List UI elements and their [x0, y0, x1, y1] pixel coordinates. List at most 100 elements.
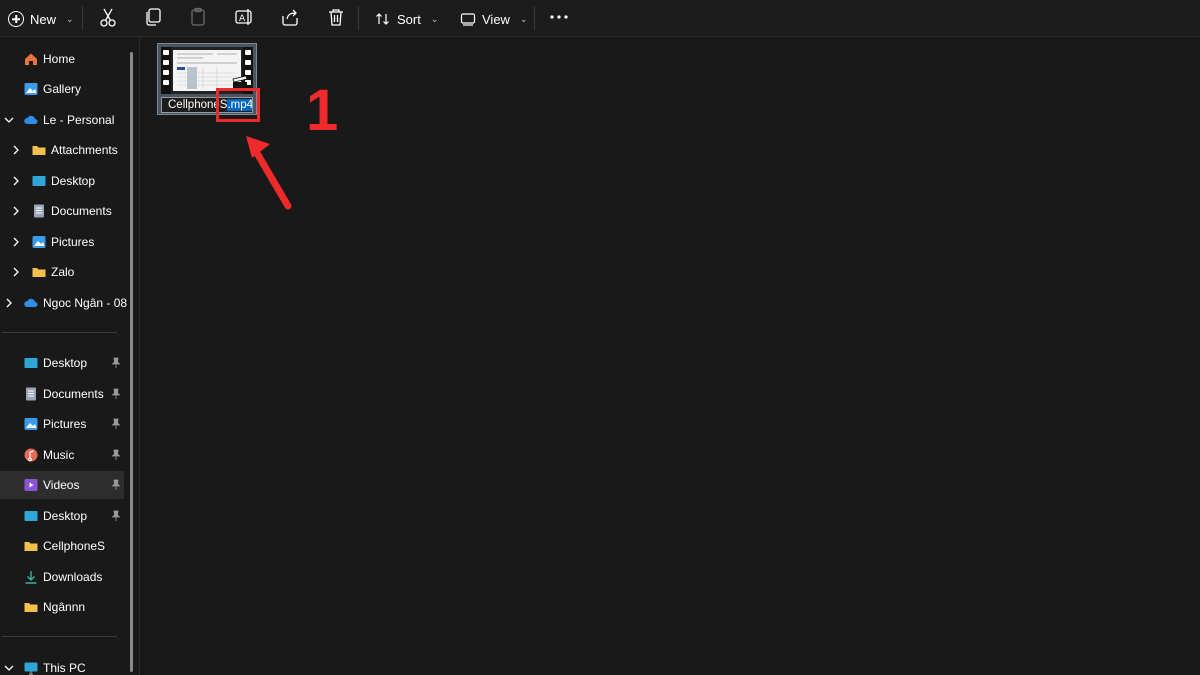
chevron-right-icon[interactable]	[11, 237, 21, 247]
nav-item-pinned-documents[interactable]: Documents	[0, 380, 124, 408]
desktop-icon	[24, 511, 38, 521]
more-icon[interactable]	[548, 6, 570, 28]
documents-icon	[26, 387, 36, 401]
navigation-pane: Home Gallery Le - Personal Attachments D…	[0, 38, 140, 675]
downloads-icon	[25, 571, 37, 584]
nav-item-pinned-pictures[interactable]: Pictures	[0, 410, 124, 438]
desktop-icon	[24, 358, 38, 368]
nav-item-zalo[interactable]: Zalo	[0, 258, 124, 286]
nav-item-attachments[interactable]: Attachments	[0, 136, 124, 164]
nav-item-pinned-music[interactable]: Music	[0, 441, 124, 469]
nav-label: Desktop	[43, 356, 88, 370]
nav-label: Documents	[51, 204, 112, 218]
nav-item-pinned-desktop-2[interactable]: Desktop	[0, 502, 124, 530]
new-button[interactable]: New ⌄	[8, 4, 74, 34]
nav-item-gallery[interactable]: Gallery	[0, 75, 124, 103]
sidebar-divider	[2, 636, 117, 637]
sort-label: Sort	[397, 11, 421, 27]
desktop-icon	[32, 176, 46, 186]
video-thumbnail	[161, 47, 253, 94]
folder-icon	[32, 268, 46, 277]
toolbar-divider	[358, 6, 359, 30]
chevron-down-icon: ⌄	[430, 13, 439, 24]
onedrive-icon	[24, 115, 38, 124]
pictures-icon	[32, 236, 46, 248]
sidebar-divider	[2, 332, 117, 333]
nav-item-this-pc[interactable]: This PC	[0, 654, 124, 675]
pictures-icon	[24, 418, 38, 430]
sort-icon	[376, 13, 389, 25]
chevron-right-icon[interactable]	[4, 298, 14, 308]
nav-item-ngannn[interactable]: Ngânnn	[0, 593, 124, 621]
nav-label: Le - Personal	[43, 113, 115, 127]
folder-icon	[24, 542, 38, 551]
pin-icon	[111, 388, 121, 399]
view-button[interactable]: View ⌄	[460, 4, 528, 34]
delete-icon[interactable]	[325, 6, 347, 28]
pin-icon	[111, 510, 121, 521]
chevron-right-icon[interactable]	[11, 267, 21, 277]
nav-item-documents[interactable]: Documents	[0, 197, 124, 225]
command-bar: New ⌄ A Sort ⌄ View ⌄	[0, 0, 1200, 37]
pin-icon	[111, 357, 121, 368]
folder-icon	[24, 603, 38, 612]
music-icon	[24, 448, 38, 462]
nav-label: CellphoneS	[43, 539, 106, 553]
chevron-down-icon: ⌄	[66, 13, 74, 24]
chevron-right-icon[interactable]	[11, 176, 21, 186]
new-label: New	[30, 11, 57, 27]
nav-item-onedrive-ngoc-ngan[interactable]: Ngoc Ngân - 08	[0, 289, 128, 317]
pin-icon	[111, 449, 121, 460]
nav-label: Ngânnn	[43, 600, 86, 614]
sidebar-scrollbar[interactable]	[130, 52, 133, 672]
nav-label: Desktop	[43, 509, 88, 523]
nav-item-downloads[interactable]: Downloads	[0, 563, 124, 591]
nav-label: Desktop	[51, 174, 96, 188]
nav-label: Pictures	[51, 235, 95, 249]
nav-item-pinned-desktop[interactable]: Desktop	[0, 349, 124, 377]
nav-label: Videos	[43, 478, 80, 492]
chevron-down-icon[interactable]	[4, 115, 14, 125]
svg-text:A: A	[239, 14, 246, 24]
nav-label: Ngoc Ngân - 08	[43, 296, 128, 310]
gallery-icon	[24, 83, 38, 95]
copy-icon[interactable]	[142, 6, 164, 28]
chevron-down-icon[interactable]	[4, 663, 14, 673]
documents-icon	[34, 204, 44, 218]
nav-item-onedrive-personal[interactable]: Le - Personal	[0, 106, 124, 134]
nav-label: Zalo	[51, 265, 75, 279]
pin-icon	[111, 479, 121, 490]
chevron-right-icon[interactable]	[11, 145, 21, 155]
onedrive-icon	[24, 298, 38, 307]
paste-icon[interactable]	[187, 6, 209, 28]
nav-label: Gallery	[43, 82, 82, 96]
nav-item-pinned-videos[interactable]: Videos	[0, 471, 124, 499]
nav-label: Music	[43, 448, 75, 462]
toolbar-divider	[534, 6, 535, 30]
nav-item-pictures[interactable]: Pictures	[0, 228, 124, 256]
annotation-arrow-icon	[246, 136, 292, 210]
pin-icon	[111, 418, 121, 429]
nav-item-cellphones[interactable]: CellphoneS	[0, 532, 124, 560]
plus-icon	[8, 11, 24, 27]
annotation-highlight-box	[216, 88, 260, 122]
nav-label: This PC	[43, 661, 86, 675]
toolbar-divider	[82, 6, 83, 30]
nav-label: Documents	[43, 387, 104, 401]
folder-icon	[32, 146, 46, 155]
this-pc-icon	[24, 662, 38, 675]
share-icon[interactable]	[279, 6, 301, 28]
cut-icon[interactable]	[97, 6, 119, 28]
chevron-down-icon: ⌄	[519, 13, 528, 24]
view-icon	[460, 13, 476, 26]
nav-item-home[interactable]: Home	[0, 45, 124, 73]
nav-item-desktop[interactable]: Desktop	[0, 167, 124, 195]
sort-button[interactable]: Sort ⌄	[375, 4, 438, 34]
view-label: View	[482, 11, 510, 27]
nav-label: Pictures	[43, 417, 87, 431]
home-icon	[25, 53, 37, 65]
nav-label: Downloads	[43, 570, 103, 584]
chevron-right-icon[interactable]	[11, 206, 21, 216]
annotation-step-number: 1	[306, 78, 339, 143]
rename-icon[interactable]: A	[233, 6, 255, 28]
